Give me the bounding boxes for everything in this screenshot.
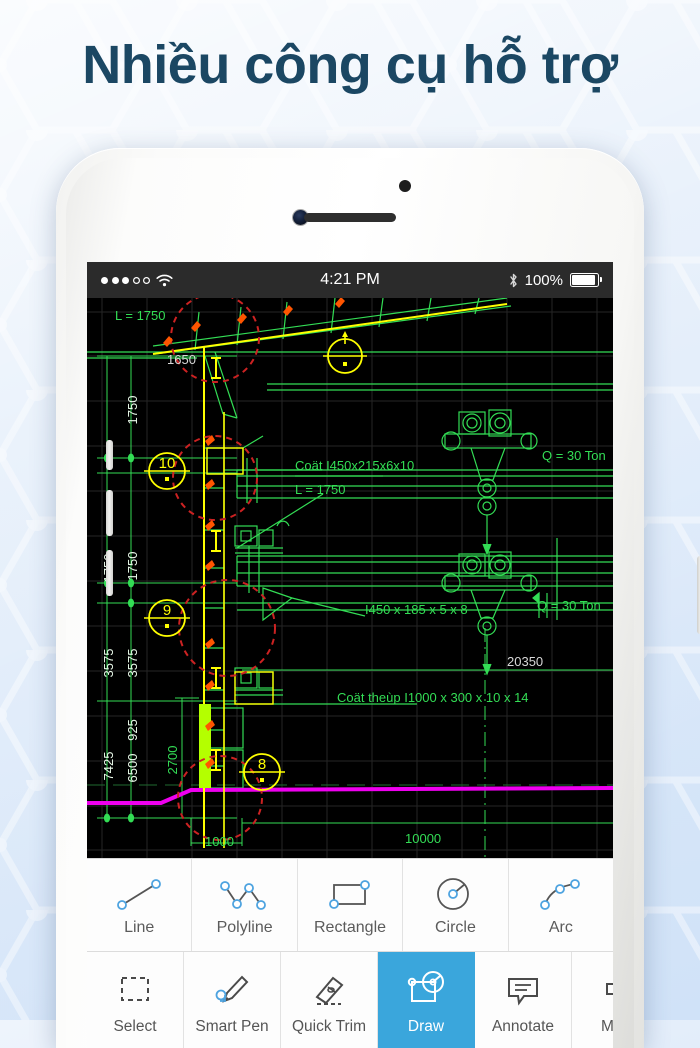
label-5: I450 x 185 x 5 x 8 [365, 602, 468, 617]
tool-line-label: Line [124, 919, 155, 936]
mode-select[interactable]: Select [87, 952, 184, 1048]
mode-measure-label: Meas [601, 1017, 613, 1035]
label-7: 20350 [507, 654, 543, 669]
label-9: 1000 [205, 834, 234, 849]
label-6: Q = 30 Ton [537, 598, 601, 613]
mode-quick-trim[interactable]: Quick Trim [281, 952, 378, 1048]
label-2: Coät I450x215x6x10 [295, 458, 414, 473]
dim-outer-2: 7425 [101, 752, 116, 781]
tool-arc[interactable]: Arc [509, 859, 613, 951]
dim-outer-1: 3575 [101, 649, 116, 678]
status-bar-left [101, 274, 173, 287]
volume-down-button[interactable] [106, 550, 113, 596]
silent-switch[interactable] [106, 440, 113, 470]
mode-toolbar: Select Smart Pen Quick Trim Draw Annotat… [87, 951, 613, 1048]
mode-draw-label: Draw [407, 1017, 445, 1035]
tool-polyline-label: Polyline [216, 919, 273, 936]
eraser-trim-icon [308, 967, 350, 1013]
battery-icon [570, 273, 603, 287]
tool-arc-label: Arc [548, 919, 573, 936]
tool-circle-label: Circle [434, 919, 476, 936]
comment-annotate-icon [502, 967, 544, 1013]
cad-drawing-canvas[interactable]: 10 9 8 L = 1750 1650 Coät I450x215x6x10 … [87, 298, 613, 858]
mode-smart-pen-label: Smart Pen [195, 1017, 269, 1035]
phone-mockup: 4:21 PM 100% 10 9 8 L = 1750 1650 Coät I… [56, 148, 700, 1048]
label-3: L = 1750 [295, 482, 345, 497]
phone-screen: 4:21 PM 100% 10 9 8 L = 1750 1650 Coät I… [87, 262, 613, 1048]
tool-rectangle[interactable]: Rectangle [298, 859, 404, 951]
dim-inner-3: 925 [125, 719, 140, 741]
mode-annotate-label: Annotate [491, 1017, 555, 1035]
mode-measure[interactable]: Meas [572, 952, 613, 1048]
label-0: L = 1750 [115, 308, 165, 323]
signal-strength-icon [101, 276, 150, 284]
mode-annotate[interactable]: Annotate [475, 952, 572, 1048]
speaker-grille-icon [304, 213, 396, 222]
dim-inner-2: 3575 [125, 649, 140, 678]
dim-inner-1: 1750 [125, 552, 140, 581]
bluetooth-icon [509, 273, 517, 287]
label-10: 10000 [405, 831, 441, 846]
label-8: Coät theùp I1000 x 300 x 10 x 14 [337, 690, 529, 705]
draw-tools-toolbar: Line Polyline Rectangle Circle Arc [87, 858, 613, 951]
bubble-label-9: 9 [163, 602, 171, 619]
tool-polyline[interactable]: Polyline [192, 859, 298, 951]
wifi-icon [156, 274, 173, 286]
battery-percent-label: 100% [524, 271, 563, 289]
smart-pen-icon [211, 967, 253, 1013]
polyline-icon [215, 873, 275, 915]
proximity-sensor-icon [399, 180, 411, 192]
label-1: 1650 [167, 352, 196, 367]
mode-select-label: Select [113, 1017, 157, 1035]
circle-icon [431, 873, 479, 915]
bubble-label-10: 10 [159, 455, 176, 472]
mode-quick-trim-label: Quick Trim [291, 1017, 367, 1035]
tool-line[interactable]: Line [87, 859, 193, 951]
dim-elevation: 2700 [165, 746, 180, 775]
tool-rectangle-label: Rectangle [313, 919, 387, 936]
marquee-select-icon [115, 967, 155, 1013]
draw-shapes-icon [404, 967, 448, 1013]
mode-draw[interactable]: Draw [378, 952, 475, 1048]
cad-drawing: 10 9 8 L = 1750 1650 Coät I450x215x6x10 … [87, 298, 613, 858]
volume-up-button[interactable] [106, 490, 113, 536]
label-4: Q = 30 Ton [542, 448, 606, 463]
mode-smart-pen[interactable]: Smart Pen [184, 952, 281, 1048]
rectangle-icon [323, 873, 377, 915]
ruler-measure-icon [599, 967, 613, 1013]
status-bar: 4:21 PM 100% [87, 262, 613, 298]
tool-circle[interactable]: Circle [403, 859, 509, 951]
line-icon [113, 873, 165, 915]
bubble-label-8: 8 [258, 756, 266, 773]
page-title: Nhiều công cụ hỗ trợ [82, 35, 618, 95]
dim-inner-0: 1750 [125, 396, 140, 425]
status-bar-right: 100% [509, 271, 603, 289]
arc-icon [535, 873, 587, 915]
dim-inner-4: 6500 [125, 754, 140, 783]
